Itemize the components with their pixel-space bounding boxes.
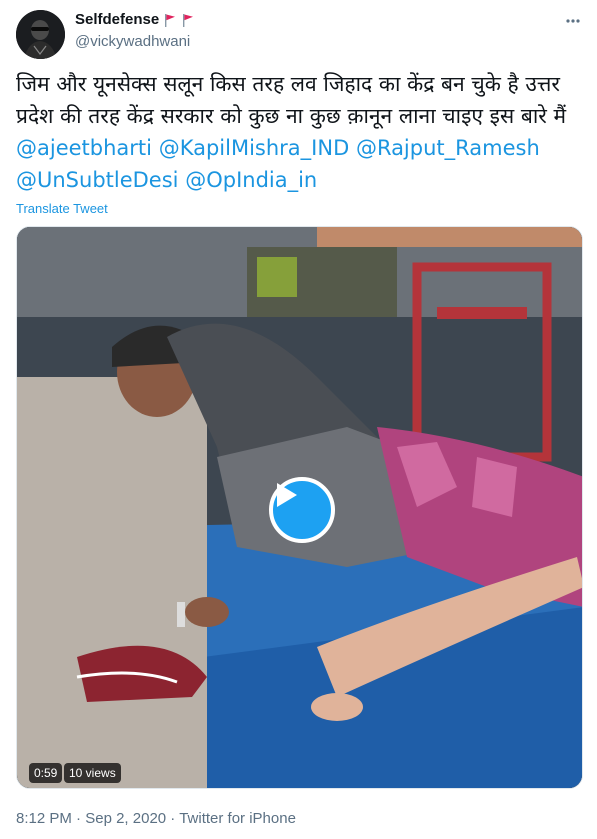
separator: · bbox=[76, 810, 82, 827]
separator: · bbox=[170, 810, 176, 827]
avatar[interactable] bbox=[16, 10, 65, 59]
mention-link[interactable]: @OpIndia_in bbox=[185, 168, 317, 192]
tweet-body: जिम और यूनसेक्स सलून किस तरह लव जिहाद का… bbox=[16, 72, 567, 128]
tweet-date[interactable]: Sep 2, 2020 bbox=[85, 810, 166, 827]
tweet-meta: 8:12 PM · Sep 2, 2020 · Twitter for iPho… bbox=[16, 810, 296, 827]
more-options-icon[interactable] bbox=[563, 12, 583, 30]
video-player[interactable]: 0:59 10 views bbox=[16, 226, 583, 789]
play-button[interactable] bbox=[269, 477, 335, 543]
tweet-text: जिम और यूनसेक्स सलून किस तरह लव जिहाद का… bbox=[16, 68, 588, 196]
mention-link[interactable]: @ajeetbharti bbox=[16, 136, 152, 160]
tweet-source[interactable]: Twitter for iPhone bbox=[179, 810, 296, 827]
mention-link[interactable]: @UnSubtleDesi bbox=[16, 168, 179, 192]
user-handle[interactable]: @vickywadhwani bbox=[75, 33, 190, 50]
tweet-time[interactable]: 8:12 PM bbox=[16, 810, 72, 827]
red-flag-icon bbox=[165, 13, 176, 27]
red-flag-icon bbox=[183, 13, 194, 27]
play-icon bbox=[277, 483, 297, 507]
mention-link[interactable]: @Rajput_Ramesh bbox=[356, 136, 540, 160]
mention-link[interactable]: @KapilMishra_IND bbox=[159, 136, 350, 160]
video-view-count: 10 views bbox=[64, 763, 121, 783]
display-name[interactable]: Selfdefense bbox=[75, 11, 159, 28]
translate-tweet-link[interactable]: Translate Tweet bbox=[16, 201, 108, 216]
video-duration: 0:59 bbox=[29, 763, 63, 783]
